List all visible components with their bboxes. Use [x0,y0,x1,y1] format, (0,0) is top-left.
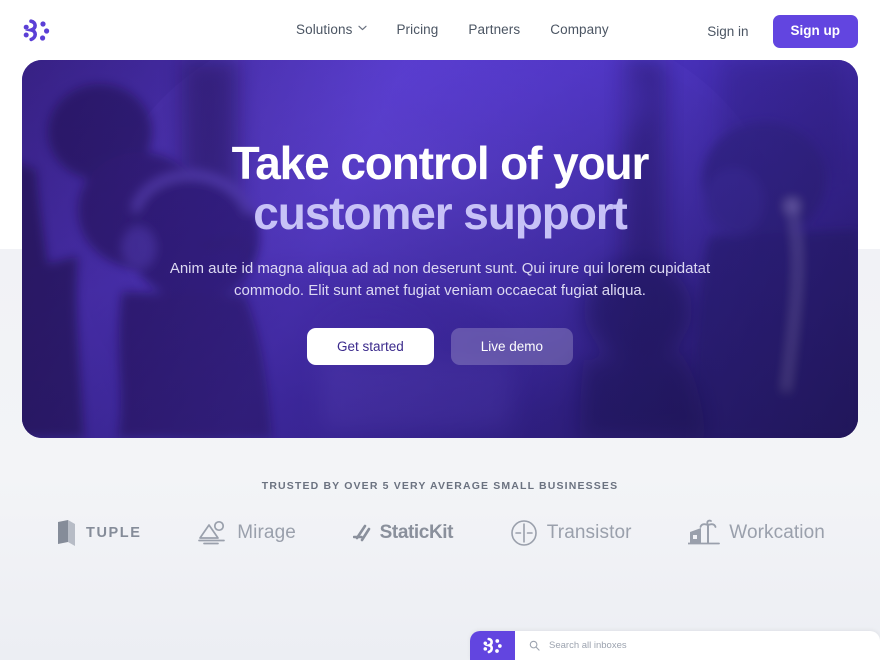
nav-item-partners-label: Partners [468,22,521,37]
chevron-down-icon [358,25,368,33]
sign-in-link[interactable]: Sign in [697,18,758,45]
hero-heading-line-1: Take control of your [231,137,650,189]
client-logo-statickit: StaticKit [352,521,454,544]
tuple-card-icon [55,519,77,547]
landing-page: Solutions Pricing Partners Company Sign … [0,0,880,660]
get-started-button[interactable]: Get started [306,328,434,365]
transistor-circle-icon [510,519,538,547]
hero-cta-group: Get started Live demo [306,328,574,365]
client-logo-workcation: Workcation [688,519,825,547]
sign-up-button[interactable]: Sign up [772,15,858,48]
tuple-wordmark: TUPLE [86,524,142,541]
nav-item-pricing-label: Pricing [396,22,439,37]
brand-logo[interactable] [22,17,52,45]
transistor-wordmark: Transistor [546,521,632,543]
workcation-wordmark: Workcation [729,521,825,543]
top-navigation-bar: Solutions Pricing Partners Company Sign … [0,0,880,62]
nav-item-solutions[interactable]: Solutions [296,22,368,37]
statickit-slash-icon [352,522,371,544]
mirage-wordmark: Mirage [237,521,296,543]
hero-section: Take control of your customer support An… [22,60,858,438]
live-demo-button[interactable]: Live demo [450,328,574,365]
app-preview-logo[interactable] [470,631,515,660]
nav-item-company-label: Company [550,22,609,37]
app-preview-card: Search all inboxes [470,631,880,660]
nav-item-solutions-label: Solutions [296,22,353,37]
hero-content: Take control of your customer support An… [22,60,858,438]
hero-heading-line-2: customer support [253,187,628,239]
nav-item-partners[interactable]: Partners [468,22,520,37]
nav-item-company[interactable]: Company [550,22,608,37]
client-logo-mirage: Mirage [198,520,296,546]
mirage-mountain-icon [198,520,228,546]
hero-subheading: Anim aute id magna aliqua ad ad non dese… [169,260,711,299]
client-logo-row: TUPLE Mirage StaticKit Transistor Workca… [0,505,880,560]
statickit-wordmark: StaticKit [379,521,454,543]
molecule-dots-logo-icon [483,637,502,653]
nav-actions: Sign in Sign up [697,15,858,48]
social-proof-eyebrow: TRUSTED BY OVER 5 VERY AVERAGE SMALL BUS… [261,480,619,492]
app-preview-search-bar[interactable]: Search all inboxes [515,631,880,660]
molecule-dots-logo-icon [23,19,50,42]
workcation-house-palm-icon [688,519,721,547]
hero-heading: Take control of your customer support [120,138,760,238]
client-logo-tuple: TUPLE [55,519,142,547]
primary-nav-links: Solutions Pricing Partners Company [296,22,609,37]
app-preview-search-placeholder: Search all inboxes [549,640,627,651]
client-logo-transistor: Transistor [510,519,632,547]
search-icon [529,640,540,651]
nav-item-pricing[interactable]: Pricing [396,22,438,37]
